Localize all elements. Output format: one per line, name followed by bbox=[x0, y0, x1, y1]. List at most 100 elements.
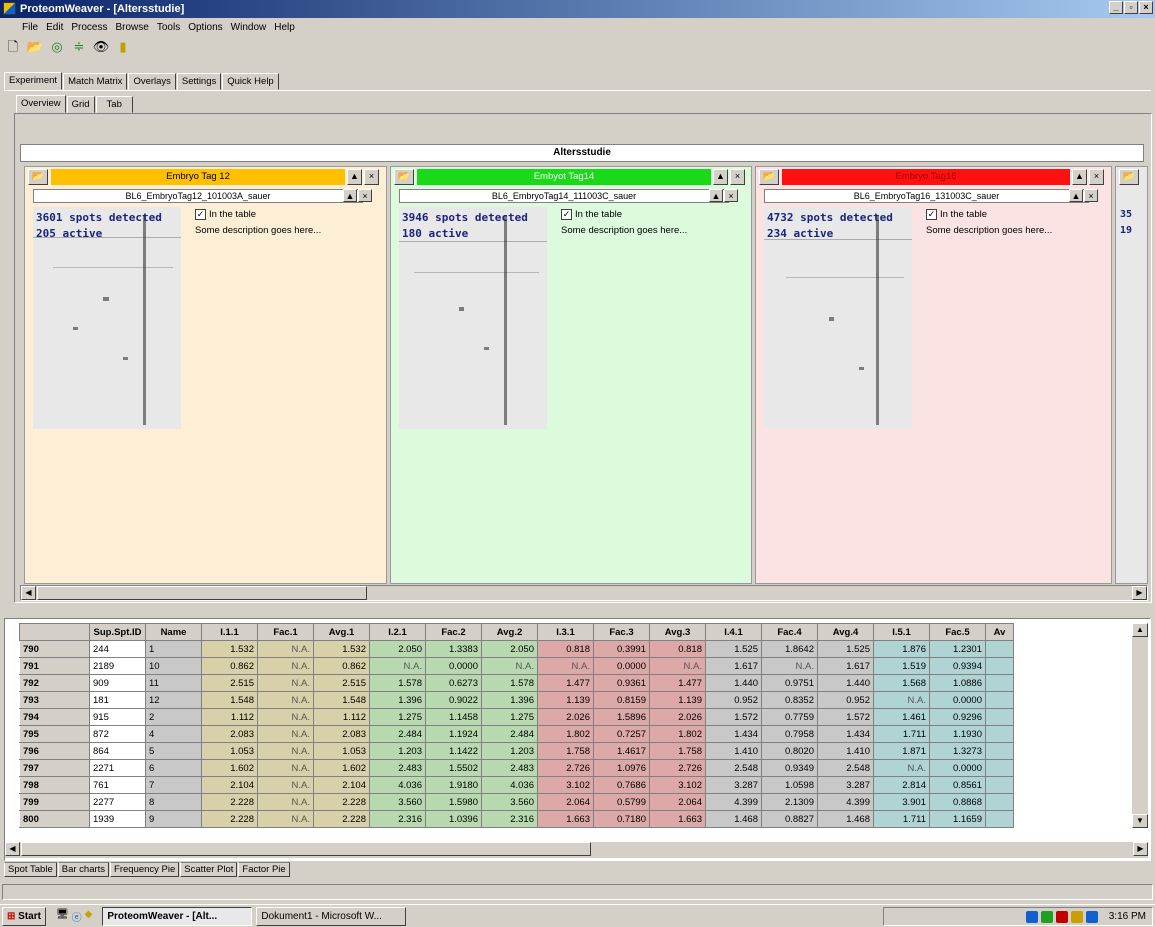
table-cell[interactable]: 1.477 bbox=[537, 674, 594, 692]
table-row[interactable]: 793 181 12 1.548 N.A. 1.548 1.396 0.9022 1.396 1.… bbox=[19, 691, 1014, 709]
sort-up-icon[interactable]: ▲ bbox=[1072, 169, 1087, 185]
table-cell[interactable]: 1.802 bbox=[649, 725, 706, 743]
table-cell[interactable]: 1.4617 bbox=[593, 742, 650, 760]
table-cell[interactable]: 2.050 bbox=[369, 640, 426, 658]
tab-experiment[interactable]: Experiment bbox=[4, 72, 63, 90]
open-folder-icon[interactable]: 📂 bbox=[394, 169, 414, 185]
table-cell[interactable]: 2.228 bbox=[201, 793, 258, 811]
table-cell[interactable]: 244 bbox=[89, 640, 146, 658]
table-cell[interactable]: 1.572 bbox=[817, 708, 874, 726]
table-cell[interactable]: 1.396 bbox=[481, 691, 538, 709]
table-cell[interactable]: N.A. bbox=[257, 657, 314, 675]
table-cell[interactable]: 0.9296 bbox=[929, 708, 986, 726]
table-cell[interactable]: 1.1659 bbox=[929, 810, 986, 828]
open-folder-icon[interactable]: 📂 bbox=[26, 38, 44, 56]
scroll-down-icon[interactable]: ▼ bbox=[1132, 814, 1148, 828]
table-cell[interactable]: 1.602 bbox=[313, 759, 370, 777]
table-cell[interactable]: 1.1924 bbox=[425, 725, 482, 743]
table-row[interactable]: 797 2271 6 1.602 N.A. 1.602 2.483 1.5502 2.483 2.… bbox=[19, 759, 1014, 777]
table-cell[interactable]: 0.5799 bbox=[593, 793, 650, 811]
table-cell[interactable]: 1.468 bbox=[817, 810, 874, 828]
row-number[interactable]: 800 bbox=[19, 810, 90, 828]
open-folder-icon[interactable]: 📂 bbox=[1119, 169, 1139, 185]
column-label[interactable]: Embyot Tag14 bbox=[417, 169, 711, 185]
row-number[interactable]: 798 bbox=[19, 776, 90, 794]
table-cell[interactable]: 2.064 bbox=[649, 793, 706, 811]
table-cell[interactable]: 1.275 bbox=[369, 708, 426, 726]
table-cell[interactable]: 2.316 bbox=[369, 810, 426, 828]
tab-spot-table[interactable]: Spot Table bbox=[4, 862, 57, 877]
row-number[interactable]: 797 bbox=[19, 759, 90, 777]
table-cell[interactable]: 0.9394 bbox=[929, 657, 986, 675]
browser-icon[interactable]: ⓔ bbox=[72, 909, 82, 924]
table-vscrollbar[interactable]: ▲ ▼ bbox=[1132, 623, 1148, 828]
table-cell[interactable]: 0.3991 bbox=[593, 640, 650, 658]
table-cell[interactable]: 0.0000 bbox=[425, 657, 482, 675]
close-icon[interactable]: × bbox=[364, 169, 379, 185]
table-cell[interactable]: 1.1458 bbox=[425, 708, 482, 726]
table-cell[interactable]: 4 bbox=[145, 725, 202, 743]
table-cell[interactable]: 0.8159 bbox=[593, 691, 650, 709]
table-cell[interactable]: 2.083 bbox=[201, 725, 258, 743]
table-cell[interactable] bbox=[985, 657, 1014, 675]
close-icon[interactable]: × bbox=[730, 169, 745, 185]
tab-factor-pie[interactable]: Factor Pie bbox=[238, 862, 290, 877]
taskbar-item-word[interactable]: Dokument1 - Microsoft W... bbox=[256, 906, 407, 926]
column-header[interactable]: I.3.1 bbox=[537, 623, 594, 641]
tab-grid[interactable]: Grid bbox=[66, 96, 95, 113]
table-cell[interactable]: N.A. bbox=[257, 793, 314, 811]
gel-image[interactable]: 3946 spots detected 180 active bbox=[399, 207, 547, 429]
checkbox-icon[interactable]: ✓ bbox=[561, 209, 572, 220]
table-cell[interactable]: 1.871 bbox=[873, 742, 930, 760]
table-cell[interactable]: 1.568 bbox=[873, 674, 930, 692]
table-cell[interactable]: 1.617 bbox=[817, 657, 874, 675]
column-label[interactable]: Embryo Tag16 bbox=[782, 169, 1070, 185]
table-cell[interactable]: 1.525 bbox=[705, 640, 762, 658]
table-cell[interactable]: 2.814 bbox=[873, 776, 930, 794]
table-row[interactable]: 794 915 2 1.112 N.A. 1.112 1.275 1.1458 1.275 2.0… bbox=[19, 708, 1014, 726]
menu-browse[interactable]: Browse bbox=[111, 22, 152, 33]
table-cell[interactable]: 1.1422 bbox=[425, 742, 482, 760]
table-cell[interactable]: 12 bbox=[145, 691, 202, 709]
table-cell[interactable]: 1.5502 bbox=[425, 759, 482, 777]
table-cell[interactable]: 0.8827 bbox=[761, 810, 818, 828]
table-cell[interactable]: 1 bbox=[145, 640, 202, 658]
in-table-checkbox[interactable]: ✓ In the table bbox=[195, 209, 256, 220]
table-cell[interactable]: 1.1930 bbox=[929, 725, 986, 743]
table-cell[interactable]: N.A. bbox=[873, 759, 930, 777]
column-header[interactable] bbox=[19, 623, 90, 641]
table-cell[interactable]: 0.862 bbox=[201, 657, 258, 675]
open-folder-icon[interactable]: 📂 bbox=[759, 169, 779, 185]
table-cell[interactable] bbox=[985, 742, 1014, 760]
table-cell[interactable]: 1.410 bbox=[705, 742, 762, 760]
column-header[interactable]: Avg.1 bbox=[313, 623, 370, 641]
table-cell[interactable]: N.A. bbox=[257, 810, 314, 828]
row-number[interactable]: 791 bbox=[19, 657, 90, 675]
start-button[interactable]: ⊞ Start bbox=[2, 906, 46, 926]
column-header[interactable]: Fac.3 bbox=[593, 623, 650, 641]
table-cell[interactable]: N.A. bbox=[257, 708, 314, 726]
table-cell[interactable]: 1.5896 bbox=[593, 708, 650, 726]
table-cell[interactable]: 761 bbox=[89, 776, 146, 794]
table-cell[interactable]: 181 bbox=[89, 691, 146, 709]
close-button[interactable]: × bbox=[1139, 1, 1153, 14]
table-cell[interactable]: 1.9180 bbox=[425, 776, 482, 794]
overview-scrollbar[interactable]: ◀ ▶ bbox=[20, 585, 1148, 601]
tab-frequency-pie[interactable]: Frequency Pie bbox=[110, 862, 180, 877]
table-cell[interactable]: 1.758 bbox=[649, 742, 706, 760]
tray-icon[interactable] bbox=[1055, 910, 1068, 923]
column-header[interactable]: I.5.1 bbox=[873, 623, 930, 641]
table-cell[interactable]: 0.0000 bbox=[593, 657, 650, 675]
table-row[interactable]: 790 244 1 1.532 N.A. 1.532 2.050 1.3383 2.050 0.8… bbox=[19, 640, 1014, 658]
tab-match-matrix[interactable]: Match Matrix bbox=[63, 73, 128, 90]
table-cell[interactable]: 2.228 bbox=[313, 810, 370, 828]
row-number[interactable]: 793 bbox=[19, 691, 90, 709]
table-cell[interactable]: 1.548 bbox=[313, 691, 370, 709]
table-cell[interactable]: 2.026 bbox=[649, 708, 706, 726]
table-cell[interactable]: 3.102 bbox=[537, 776, 594, 794]
table-cell[interactable]: N.A. bbox=[649, 657, 706, 675]
gel-image[interactable]: 3601 spots detected 205 active bbox=[33, 207, 181, 429]
sort-up-icon[interactable]: ▲ bbox=[713, 169, 728, 185]
table-cell[interactable]: 2.484 bbox=[369, 725, 426, 743]
tab-bar-charts[interactable]: Bar charts bbox=[57, 862, 110, 877]
